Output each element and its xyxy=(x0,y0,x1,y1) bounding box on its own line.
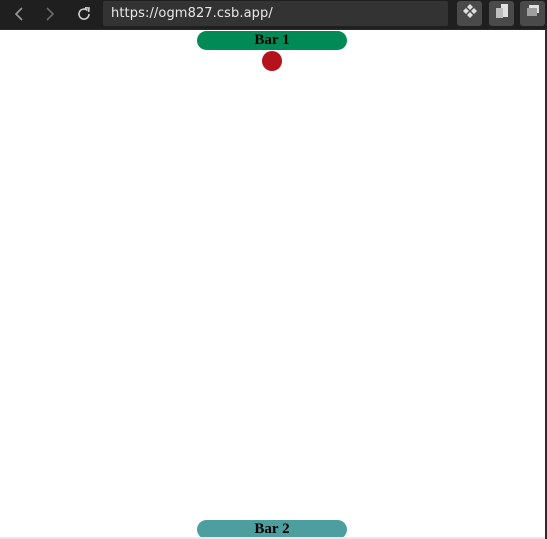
chevron-left-icon xyxy=(12,6,26,22)
copy-button[interactable] xyxy=(489,1,514,26)
bar-1-paddle[interactable]: Bar 1 xyxy=(197,31,347,50)
reload-button[interactable] xyxy=(71,2,97,26)
forward-button[interactable] xyxy=(37,2,63,26)
windows-icon xyxy=(525,3,541,24)
copy-icon xyxy=(494,3,510,24)
reload-icon xyxy=(76,6,92,22)
address-bar[interactable]: https://ogm827.csb.app/ xyxy=(103,1,448,26)
extension-icon xyxy=(462,3,478,24)
back-button[interactable] xyxy=(6,2,32,26)
bar-2-label: Bar 2 xyxy=(254,521,290,537)
browser-toolbar: https://ogm827.csb.app/ xyxy=(0,0,547,29)
game-viewport: Bar 1 Bar 2 xyxy=(0,29,545,539)
windows-button[interactable] xyxy=(520,1,545,26)
extension-button[interactable] xyxy=(457,1,482,26)
bar-1-label: Bar 1 xyxy=(254,32,290,48)
chevron-right-icon xyxy=(43,6,57,22)
url-text: https://ogm827.csb.app/ xyxy=(111,6,273,21)
ball xyxy=(262,51,282,71)
